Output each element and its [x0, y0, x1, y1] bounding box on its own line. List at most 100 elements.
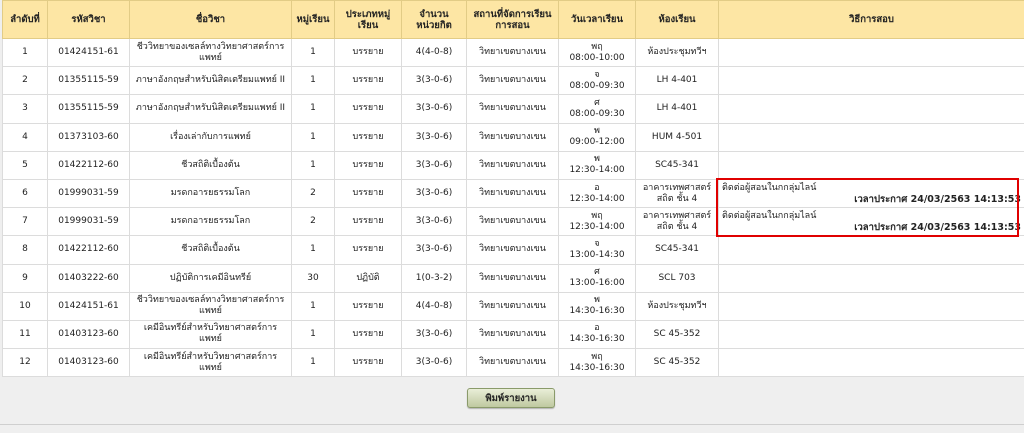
- cell-exam-method: [718, 150, 1024, 180]
- cell-no: 1: [2, 37, 48, 68]
- cell-no: 9: [2, 263, 48, 293]
- table-row: 3 01355115-59 ภาษาอังกฤษสำหรับนิสิตเตรียมแ…: [2, 94, 1024, 124]
- cell-course-name: มรดกอารยธรรมโลก: [129, 178, 292, 209]
- cell-section-type: บรรยาย: [334, 150, 402, 180]
- cell-day: ศ: [594, 97, 600, 108]
- cell-room: SC45-341: [635, 235, 719, 265]
- footer-divider: [0, 424, 1024, 425]
- cell-campus: วิทยาเขตบางเขน: [466, 94, 559, 124]
- cell-section-type: บรรยาย: [334, 178, 402, 209]
- cell-code: 01403123-60: [47, 319, 130, 350]
- cell-time: 08:00-09:30: [569, 80, 625, 91]
- cell-code: 01999031-59: [47, 178, 130, 209]
- cell-day: ศ: [594, 267, 600, 278]
- cell-course-name: ภาษาอังกฤษสำหรับนิสิตเตรียมแพทย์ II: [129, 94, 292, 124]
- cell-credits: 3(3-0-6): [401, 235, 467, 265]
- cell-section-type: บรรยาย: [334, 94, 402, 124]
- cell-time: 12:30-14:00: [569, 165, 625, 176]
- cell-no: 7: [2, 207, 48, 237]
- cell-code: 01403123-60: [47, 348, 130, 378]
- table-row: 5 01422112-60 ชีวสถิติเบื้องต้น 1 บรรยาย 3(3-…: [2, 150, 1024, 180]
- cell-room: ห้องประชุมทวีฯ: [635, 291, 719, 321]
- cell-section: 1: [291, 291, 335, 321]
- cell-course-name: ภาษาอังกฤษสำหรับนิสิตเตรียมแพทย์ II: [129, 66, 292, 96]
- cell-exam-method: [718, 122, 1024, 152]
- cell-day: จ: [594, 238, 600, 249]
- cell-time: 12:30-14:00: [569, 221, 625, 232]
- table-row: 11 01403123-60 เคมีอินทรีย์สำหรับวิทยาศาสต…: [2, 319, 1024, 350]
- cell-campus: วิทยาเขตบางเขน: [466, 178, 559, 209]
- cell-datetime: ศ 13:00-16:00: [558, 263, 636, 293]
- cell-section: 1: [291, 37, 335, 68]
- schedule-table: ลำดับที่ รหัสวิชา ชื่อวิชา หมู่เรียน ประ…: [2, 0, 1024, 378]
- col-header-campus: สถานที่จัดการเรียนการสอน: [466, 0, 559, 39]
- cell-exam-method: [718, 319, 1024, 350]
- table-row: 12 01403123-60 เคมีอินทรีย์สำหรับวิทยาศาสต…: [2, 348, 1024, 378]
- table-header-row: ลำดับที่ รหัสวิชา ชื่อวิชา หมู่เรียน ประ…: [2, 0, 1024, 39]
- cell-course-name: ชีวสถิติเบื้องต้น: [129, 150, 292, 180]
- cell-time: 12:30-14:00: [569, 193, 625, 204]
- cell-credits: 3(3-0-6): [401, 66, 467, 96]
- cell-credits: 4(4-0-8): [401, 291, 467, 321]
- cell-campus: วิทยาเขตบางเขน: [466, 319, 559, 350]
- cell-code: 01422112-60: [47, 235, 130, 265]
- cell-credits: 3(3-0-6): [401, 150, 467, 180]
- cell-no: 10: [2, 291, 48, 321]
- cell-campus: วิทยาเขตบางเขน: [466, 235, 559, 265]
- cell-day: พฤ: [591, 210, 603, 221]
- cell-datetime: ศ 08:00-09:30: [558, 94, 636, 124]
- cell-course-name: เรื่องเล่ากับการแพทย์: [129, 122, 292, 152]
- cell-section: 1: [291, 66, 335, 96]
- cell-code: 01424151-61: [47, 291, 130, 321]
- cell-campus: วิทยาเขตบางเขน: [466, 207, 559, 237]
- cell-campus: วิทยาเขตบางเขน: [466, 348, 559, 378]
- cell-no: 8: [2, 235, 48, 265]
- cell-room: SCL 703: [635, 263, 719, 293]
- cell-campus: วิทยาเขตบางเขน: [466, 122, 559, 152]
- col-header-room: ห้องเรียน: [635, 0, 719, 39]
- exam-note: ติดต่อผู้สอนในกกลุ่มไลน์: [722, 210, 817, 221]
- print-report-button[interactable]: พิมพ์รายงาน: [467, 388, 555, 408]
- cell-code: 01355115-59: [47, 66, 130, 96]
- cell-exam-method: [718, 94, 1024, 124]
- cell-section-type: บรรยาย: [334, 348, 402, 378]
- cell-section-type: บรรยาย: [334, 291, 402, 321]
- cell-datetime: พฤ 08:00-10:00: [558, 37, 636, 68]
- cell-code: 01422112-60: [47, 150, 130, 180]
- cell-day: พ: [594, 295, 600, 306]
- cell-section: 1: [291, 122, 335, 152]
- cell-exam-method: [718, 291, 1024, 321]
- table-row: 7 01999031-59 มรดกอารยธรรมโลก 2 บรรยาย 3(3-0-…: [2, 207, 1024, 237]
- cell-section-type: บรรยาย: [334, 37, 402, 68]
- cell-course-name: ปฏิบัติการเคมีอินทรีย์: [129, 263, 292, 293]
- cell-credits: 3(3-0-6): [401, 94, 467, 124]
- table-row: 6 01999031-59 มรดกอารยธรรมโลก 2 บรรยาย 3(3-0-…: [2, 178, 1024, 209]
- col-header-datetime: วันเวลาเรียน: [558, 0, 636, 39]
- cell-exam-method: [718, 66, 1024, 96]
- cell-time: 13:00-16:00: [569, 278, 625, 289]
- cell-section-type: บรรยาย: [334, 66, 402, 96]
- cell-room: SC 45-352: [635, 348, 719, 378]
- table-row: 1 01424151-61 ชีววิทยาของเซลล์ทางวิทยาศาสต…: [2, 37, 1024, 68]
- col-header-no: ลำดับที่: [2, 0, 48, 39]
- cell-datetime: พ 14:30-16:30: [558, 291, 636, 321]
- cell-section: 2: [291, 207, 335, 237]
- col-header-name: ชื่อวิชา: [129, 0, 292, 39]
- table-row: 4 01373103-60 เรื่องเล่ากับการแพทย์ 1 บรรยาย…: [2, 122, 1024, 152]
- cell-section-type: บรรยาย: [334, 235, 402, 265]
- cell-exam-method: [718, 37, 1024, 68]
- cell-exam-method: ติดต่อผู้สอนในกกลุ่มไลน์ เวลาประกาศ 24/03…: [718, 178, 1024, 209]
- cell-section-type: ปฏิบัติ: [334, 263, 402, 293]
- table-row: 10 01424151-61 ชีววิทยาของเซลล์ทางวิทยาศาส…: [2, 291, 1024, 321]
- cell-day: พฤ: [591, 351, 603, 362]
- cell-section-type: บรรยาย: [334, 207, 402, 237]
- table-row: 8 01422112-60 ชีวสถิติเบื้องต้น 1 บรรยาย 3(3-…: [2, 235, 1024, 265]
- cell-no: 3: [2, 94, 48, 124]
- cell-exam-method: [718, 235, 1024, 265]
- cell-section: 1: [291, 319, 335, 350]
- cell-time: 14:30-16:30: [569, 362, 625, 373]
- cell-day: อ: [594, 182, 600, 193]
- table-row: 9 01403222-60 ปฏิบัติการเคมีอินทรีย์ 30 ปฏิบ…: [2, 263, 1024, 293]
- cell-day: อ: [594, 323, 600, 334]
- cell-datetime: อ 12:30-14:00: [558, 178, 636, 209]
